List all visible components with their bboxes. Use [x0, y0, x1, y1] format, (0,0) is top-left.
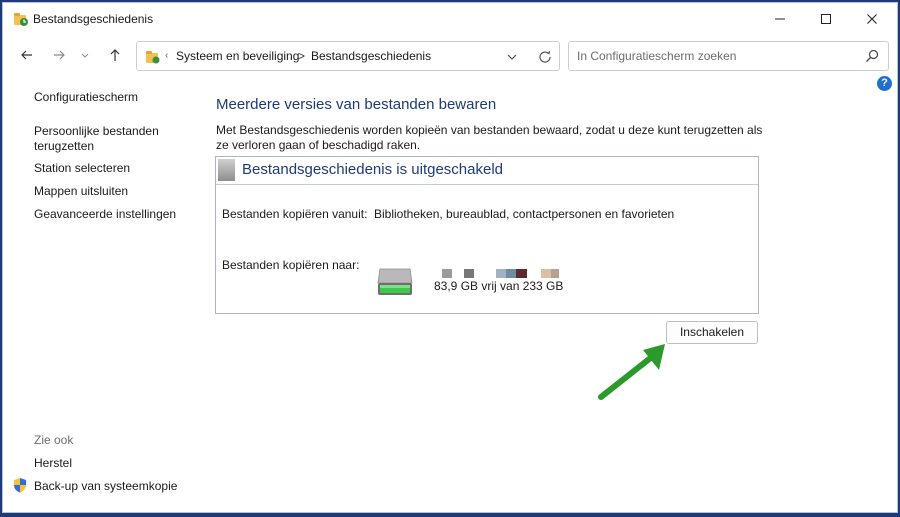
- green-arrow-icon: [595, 340, 671, 402]
- window-title: Bestandsgeschiedenis: [33, 12, 154, 26]
- close-button[interactable]: [849, 3, 895, 35]
- title-bar: Bestandsgeschiedenis: [3, 3, 897, 35]
- copy-to-label: Bestanden kopiëren naar:: [222, 258, 360, 272]
- refresh-button[interactable]: [537, 49, 553, 65]
- copy-from-label: Bestanden kopiëren vanuit:: [222, 207, 368, 221]
- sidebar-item-select-drive[interactable]: Station selecteren: [34, 161, 174, 176]
- maximize-icon: [821, 14, 831, 24]
- see-also-link-recovery[interactable]: Herstel: [34, 456, 174, 471]
- drive-name-redacted: [442, 269, 559, 278]
- sidebar-item-restore-personal-files[interactable]: Persoonlijke bestanden terugzetten: [34, 124, 164, 154]
- navigation-bar: ‹ Systeem en beveiliging > Bestandsgesch…: [3, 37, 897, 73]
- hard-drive-icon: [376, 265, 414, 299]
- up-button[interactable]: [103, 43, 127, 67]
- breadcrumb-chevron: >: [298, 49, 306, 63]
- sidebar-item-exclude-folders[interactable]: Mappen uitsluiten: [34, 184, 174, 199]
- file-history-window: Bestandsgeschiedenis ‹ Systeem en beveil…: [2, 2, 898, 513]
- status-panel: Bestandsgeschiedenis is uitgeschakeld Be…: [215, 156, 759, 314]
- recent-locations-button[interactable]: [77, 43, 93, 67]
- status-indicator-bar: [218, 159, 235, 181]
- address-separator: ‹: [165, 50, 169, 61]
- copy-from-value: Bibliotheken, bureaublad, contactpersone…: [374, 207, 675, 221]
- minimize-icon: [775, 18, 785, 20]
- arrow-left-icon: [21, 50, 32, 60]
- search-box[interactable]: In Configuratiescherm zoeken: [568, 41, 889, 71]
- control-panel-folder-icon: [145, 49, 161, 65]
- search-input[interactable]: In Configuratiescherm zoeken: [577, 49, 736, 63]
- arrow-right-icon: [54, 50, 65, 60]
- forward-button[interactable]: [47, 43, 71, 67]
- chevron-down-icon: [81, 53, 89, 58]
- shield-icon: [13, 477, 27, 493]
- page-description: Met Bestandsgeschiedenis worden kopieën …: [216, 123, 763, 152]
- see-also-link-system-image-backup[interactable]: Back-up van systeemkopie: [34, 479, 204, 494]
- address-dropdown-button[interactable]: [505, 50, 519, 64]
- drive-free-space: 83,9 GB vrij van 233 GB: [434, 279, 564, 293]
- breadcrumb-systeem-en-beveiliging[interactable]: Systeem en beveiliging: [176, 49, 299, 63]
- breadcrumb-bestandsgeschiedenis[interactable]: Bestandsgeschiedenis: [311, 49, 431, 63]
- file-history-app-icon: [13, 11, 29, 27]
- search-icon[interactable]: [865, 49, 879, 63]
- chevron-down-icon: [507, 54, 517, 60]
- refresh-icon: [539, 50, 551, 63]
- sidebar-home-link[interactable]: Configuratiescherm: [34, 90, 174, 105]
- enable-button[interactable]: Inschakelen: [666, 321, 758, 344]
- close-icon: [867, 14, 877, 24]
- status-heading: Bestandsgeschiedenis is uitgeschakeld: [242, 161, 503, 178]
- status-panel-header: Bestandsgeschiedenis is uitgeschakeld: [216, 157, 758, 185]
- maximize-button[interactable]: [803, 3, 849, 35]
- page-title: Meerdere versies van bestanden bewaren: [216, 96, 497, 113]
- help-icon[interactable]: ?: [877, 76, 892, 91]
- see-also-heading: Zie ook: [34, 433, 74, 447]
- back-button[interactable]: [15, 43, 39, 67]
- sidebar-item-advanced-settings[interactable]: Geavanceerde instellingen: [34, 207, 204, 222]
- minimize-button[interactable]: [757, 3, 803, 35]
- address-bar[interactable]: ‹ Systeem en beveiliging > Bestandsgesch…: [136, 41, 560, 71]
- arrow-up-icon: [110, 49, 120, 61]
